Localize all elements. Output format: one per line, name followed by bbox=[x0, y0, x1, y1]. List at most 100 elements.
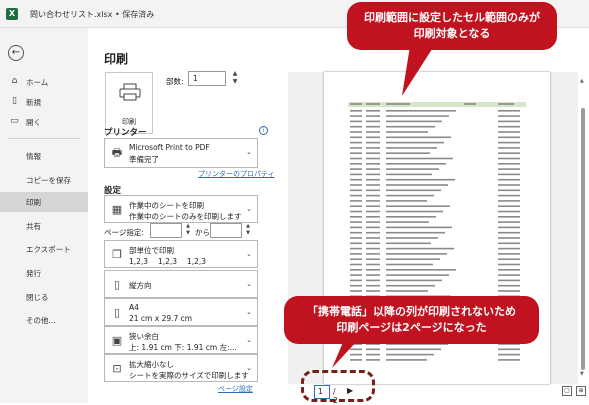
preview-cell-line bbox=[498, 125, 520, 128]
preview-cell-line bbox=[350, 284, 362, 287]
sidebar-item-save-copy[interactable]: コピーを保存 bbox=[0, 170, 88, 190]
scaling-dropdown[interactable]: ⊡ 拡大縮小なし シートを実際のサイズで印刷します ⌄ bbox=[104, 354, 258, 382]
annotation-callout-top: 印刷範囲に設定したセル範囲のみが 印刷対象となる bbox=[347, 2, 557, 50]
preview-cell-line bbox=[498, 226, 520, 229]
print-what-dropdown[interactable]: ▦ 作業中のシートを印刷 作業中のシートのみを印刷します ⌄ bbox=[104, 195, 258, 223]
preview-cell-line bbox=[350, 152, 362, 154]
preview-cell-line bbox=[366, 189, 380, 192]
sidebar-item-close[interactable]: 閉じる bbox=[0, 287, 88, 307]
preview-cell-line bbox=[366, 279, 380, 282]
sidebar-item-more[interactable]: その他... bbox=[0, 310, 88, 330]
printer-properties-link[interactable]: プリンターのプロパティ bbox=[198, 169, 275, 179]
print-button[interactable]: 印刷 bbox=[105, 72, 153, 134]
preview-cell-line bbox=[498, 210, 520, 213]
preview-cell-line bbox=[366, 253, 380, 255]
preview-cell-line bbox=[386, 131, 428, 133]
chevron-down-icon: ⌄ bbox=[246, 250, 252, 258]
printer-dropdown[interactable]: 🖶 Microsoft Print to PDF 準備完了 ⌄ bbox=[104, 138, 258, 168]
scroll-up-icon[interactable]: ▲ bbox=[580, 78, 584, 84]
show-margins-icon[interactable]: ▢ bbox=[562, 386, 572, 396]
preview-cell-line bbox=[498, 173, 520, 176]
preview-cell-line bbox=[366, 115, 380, 117]
orientation-dropdown[interactable]: ▯ 縦方向 ⌄ bbox=[104, 270, 258, 298]
preview-cell-line bbox=[350, 226, 362, 229]
preview-cell-line bbox=[350, 200, 362, 202]
preview-cell-line bbox=[366, 194, 380, 197]
preview-cell-line bbox=[366, 163, 380, 165]
preview-cell-line bbox=[386, 178, 455, 181]
scroll-thumb[interactable] bbox=[581, 108, 585, 370]
preview-cell-line bbox=[386, 110, 456, 112]
sidebar-item-label: エクスポート bbox=[26, 245, 71, 254]
preview-cell-line bbox=[366, 284, 380, 287]
preview-cell-line bbox=[386, 163, 446, 165]
collate-dropdown[interactable]: ❐ 部単位で印刷 1,2,3 1,2,3 1,2,3 ⌄ bbox=[104, 240, 258, 268]
pages-to-input[interactable] bbox=[210, 223, 242, 238]
sidebar-item-home[interactable]: ⌂ ホーム bbox=[0, 72, 88, 92]
sidebar-item-label: 共有 bbox=[26, 222, 41, 231]
preview-cell-line bbox=[366, 348, 380, 351]
page-setup-link[interactable]: ページ設定 bbox=[218, 384, 253, 394]
copies-input[interactable]: 1 bbox=[188, 71, 226, 86]
preview-cell-line bbox=[498, 253, 520, 255]
pages-from-stepper[interactable]: ▲ ▼ bbox=[184, 223, 192, 238]
copies-stepper[interactable]: ▲ ▼ bbox=[231, 70, 239, 86]
pages-to-stepper[interactable]: ▲ ▼ bbox=[244, 223, 252, 238]
setting-line2: 作業中のシートのみを印刷します bbox=[129, 212, 242, 221]
preview-cell-line bbox=[350, 221, 362, 223]
preview-cell-line bbox=[386, 269, 456, 271]
preview-cell-line bbox=[386, 247, 454, 250]
setting-line1: 拡大縮小なし bbox=[129, 360, 174, 369]
sidebar-item-share[interactable]: 共有 bbox=[0, 216, 88, 236]
scroll-down-icon[interactable]: ▼ bbox=[580, 371, 584, 377]
preview-cell-line bbox=[386, 290, 428, 292]
preview-cell-line bbox=[498, 152, 520, 154]
preview-cell-line bbox=[350, 147, 362, 149]
preview-cell-line bbox=[366, 152, 380, 154]
sidebar-item-label: 開く bbox=[26, 118, 41, 127]
sidebar-item-new[interactable]: ▯ 新規 bbox=[0, 92, 88, 112]
preview-cell-line bbox=[498, 359, 520, 361]
chevron-down-icon: ⌄ bbox=[246, 336, 252, 344]
preview-cell-line bbox=[350, 189, 362, 192]
preview-cell-line bbox=[498, 163, 520, 165]
preview-cell-line bbox=[386, 279, 442, 282]
preview-cell-line bbox=[386, 205, 450, 207]
setting-line2: 1,2,3 1,2,3 1,2,3 bbox=[129, 257, 207, 266]
pages-to-label: から bbox=[195, 228, 210, 237]
margins-icon: ▣ bbox=[111, 334, 123, 347]
preview-cell-line bbox=[386, 216, 436, 218]
preview-cell-line bbox=[350, 274, 362, 276]
preview-cell-line bbox=[350, 157, 362, 160]
sidebar-item-export[interactable]: エクスポート bbox=[0, 239, 88, 259]
preview-cell-line bbox=[366, 274, 380, 276]
sidebar-item-open[interactable]: ▭ 開く bbox=[0, 112, 88, 132]
preview-cell-line bbox=[498, 237, 520, 239]
preview-cell-line bbox=[386, 359, 427, 361]
sidebar-item-info[interactable]: 情報 bbox=[0, 146, 88, 166]
preview-cell-line bbox=[386, 353, 434, 356]
back-arrow-icon[interactable]: ← bbox=[8, 45, 24, 61]
setting-line1: A4 bbox=[129, 303, 139, 312]
margins-dropdown[interactable]: ▣ 狭い余白 上: 1.91 cm 下: 1.91 cm 左:... ⌄ bbox=[104, 326, 258, 354]
preview-cell-line bbox=[498, 157, 520, 160]
zoom-to-page-icon[interactable]: ⊕ bbox=[576, 386, 586, 396]
chevron-down-icon: ⌄ bbox=[246, 205, 252, 213]
pages-from-input[interactable] bbox=[150, 223, 182, 238]
sidebar-item-print[interactable]: 印刷 bbox=[0, 192, 88, 212]
preview-scrollbar[interactable]: ▲ ▼ bbox=[580, 78, 586, 377]
preview-cell-line bbox=[366, 269, 380, 271]
callout-pointer-bottom bbox=[332, 340, 358, 368]
sidebar-item-publish[interactable]: 発行 bbox=[0, 263, 88, 283]
chevron-down-icon: ⌄ bbox=[246, 280, 252, 288]
preview-cell-line bbox=[498, 200, 520, 202]
preview-cell-line bbox=[366, 226, 380, 229]
paper-size-dropdown[interactable]: ▯ A4 21 cm x 29.7 cm ⌄ bbox=[104, 298, 258, 326]
preview-cell-line bbox=[366, 205, 380, 207]
preview-cell-line bbox=[386, 226, 452, 229]
preview-cell-line bbox=[498, 178, 520, 181]
preview-cell-line bbox=[386, 125, 435, 128]
info-icon[interactable]: i bbox=[259, 126, 268, 135]
page-title: 印刷 bbox=[104, 52, 129, 66]
preview-cell-line bbox=[498, 274, 520, 276]
